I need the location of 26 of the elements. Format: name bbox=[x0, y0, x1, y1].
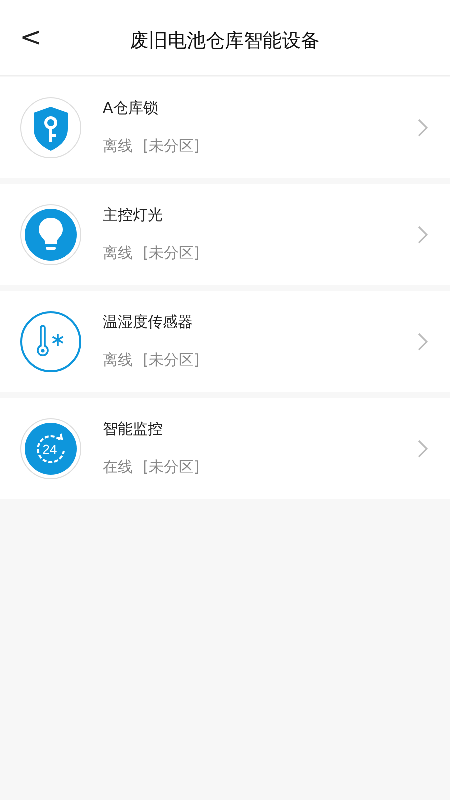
device-name: A仓库锁 bbox=[103, 99, 160, 118]
device-zone: [未分区] bbox=[143, 458, 200, 477]
chevron-right-icon bbox=[418, 226, 428, 244]
clock-24-icon: 24 bbox=[20, 418, 82, 480]
device-status: 离线 bbox=[103, 137, 133, 156]
page-title: 废旧电池仓库智能设备 bbox=[130, 28, 320, 54]
device-zone: [未分区] bbox=[143, 351, 200, 370]
device-status: 在线 bbox=[103, 458, 133, 477]
chevron-right-icon bbox=[418, 118, 428, 136]
shield-key-icon bbox=[20, 96, 82, 158]
device-status: 离线 bbox=[103, 244, 133, 263]
device-row[interactable]: A仓库锁 离线 [未分区] bbox=[0, 77, 450, 178]
device-name: 主控灯光 bbox=[103, 206, 164, 225]
device-row[interactable]: 24 智能监控 在线 [未分区] bbox=[0, 398, 450, 499]
chevron-right-icon bbox=[418, 440, 428, 458]
chevron-right-icon bbox=[418, 332, 428, 350]
device-row[interactable]: 主控灯光 离线 [未分区] bbox=[0, 184, 450, 285]
device-status: 离线 bbox=[103, 351, 133, 370]
device-zone: [未分区] bbox=[143, 244, 200, 263]
device-zone: [未分区] bbox=[143, 137, 200, 156]
thermometer-snowflake-icon bbox=[20, 310, 82, 372]
device-name: 智能监控 bbox=[103, 420, 164, 439]
back-button[interactable]: < bbox=[14, 24, 48, 52]
device-name: 温湿度传感器 bbox=[103, 313, 194, 332]
device-row[interactable]: 温湿度传感器 离线 [未分区] bbox=[0, 291, 450, 392]
lightbulb-icon bbox=[20, 204, 82, 266]
